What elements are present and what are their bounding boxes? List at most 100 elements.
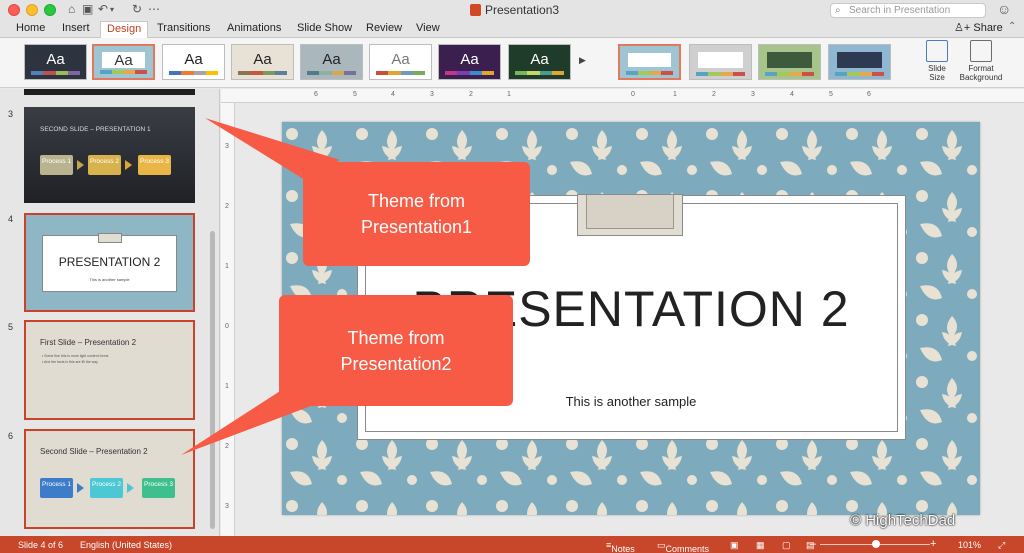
collapse-ribbon-icon[interactable]: ⌃ [1008,21,1016,32]
callout-theme-presentation1: Theme from Presentation1 [303,162,530,266]
thumb-bullet: • Some fine this is more light content f… [42,354,109,358]
theme-thumbnail-selected[interactable]: Aa [92,44,155,80]
thumb-subtitle: This is another sample [89,277,130,282]
slide-thumbnail-4-selected[interactable]: PRESENTATION 2 This is another sample [24,213,195,312]
theme-label: Aa [46,51,65,68]
theme-thumbnail[interactable]: Aa [300,44,363,80]
thumb-title: SECOND SLIDE – PRESENTATION 1 [40,126,151,133]
callout-theme-presentation2: Theme from Presentation2 [279,295,513,406]
home-icon[interactable]: ⌂ [68,2,75,16]
ruler-label: 2 [469,91,473,98]
variant-thumbnail[interactable] [758,44,821,80]
thumb-arrow-icon [127,483,134,493]
tab-transitions[interactable]: Transitions [151,21,216,35]
format-background-icon [970,40,992,62]
variant-thumbnail-selected[interactable] [618,44,681,80]
format-background-label: Format [968,64,994,73]
thumb-bullet: • And the facts in this are fill the way [42,360,98,364]
tab-review[interactable]: Review [360,21,408,35]
language-status[interactable]: English (United States) [80,540,172,550]
ribbon-tabs: Home Insert Design Transitions Animation… [0,20,1024,39]
zoom-in-icon[interactable]: + [930,538,936,550]
tab-home[interactable]: Home [10,21,51,35]
tab-design[interactable]: Design [100,21,149,39]
normal-view-icon[interactable]: ▣ [730,540,739,551]
variant-thumbnail[interactable] [689,44,752,80]
status-bar: Slide 4 of 6 English (United States) ≡ N… [0,536,1024,553]
theme-label: Aa [530,51,549,68]
maximize-window-button[interactable] [44,4,56,16]
ruler-label: 2 [225,203,229,210]
watermark: © HighTechDad [850,512,956,529]
format-background-button[interactable]: Format Background [957,40,1005,82]
slide-thumbnail-3[interactable]: SECOND SLIDE – PRESENTATION 1 Process 1 … [24,107,195,203]
tab-view[interactable]: View [410,21,446,35]
document-title: Presentation3 [470,3,559,17]
slide-thumbnails-pane[interactable]: 3 SECOND SLIDE – PRESENTATION 1 Process … [0,89,220,536]
feedback-smiley-icon[interactable]: ☺ [997,1,1011,17]
share-icon: ♙+ [954,22,971,34]
slide-size-label: Slide [928,64,946,73]
theme-label: Aa [322,51,341,68]
tab-insert[interactable]: Insert [56,21,96,35]
minimize-window-button[interactable] [26,4,38,16]
theme-label: Aa [184,51,203,68]
slide-position-status: Slide 4 of 6 [18,540,64,550]
sidebar-scrollbar[interactable] [210,231,215,529]
variant-thumbnail[interactable] [828,44,891,80]
thumb-process-box: Process 1 [40,478,73,498]
thumb-process-box: Process 3 [142,478,175,498]
tab-animations[interactable]: Animations [221,21,287,35]
format-background-label-2: Background [959,73,1003,82]
comments-button[interactable]: ▭ Comments [657,540,709,553]
theme-thumbnail[interactable]: Aa [369,44,432,80]
slide-thumbnail-2[interactable] [24,89,195,95]
theme-label: Aa [253,51,272,68]
powerpoint-icon [470,4,481,16]
search-input[interactable]: ⌕ Search in Presentation [830,3,986,18]
theme-thumbnail[interactable]: Aa [508,44,571,80]
title-card-tab [577,194,683,236]
zoom-out-icon[interactable]: – [810,538,816,550]
slide-size-icon [926,40,948,62]
slide-size-button[interactable]: Slide Size [923,40,951,82]
thumb-title: Second Slide – Presentation 2 [40,447,148,456]
more-themes-arrow-icon[interactable]: ▶ [579,55,586,66]
tab-slide-show[interactable]: Slide Show [291,21,358,35]
undo-icon[interactable]: ↶ [98,2,108,16]
ruler-label: 4 [391,91,395,98]
slide-sorter-icon[interactable]: ▦ [756,540,765,551]
close-window-button[interactable] [8,4,20,16]
slide-number: 3 [8,109,14,119]
slide-number: 4 [8,214,14,224]
zoom-level[interactable]: 101% [958,540,981,550]
slide-thumbnail-6[interactable]: Second Slide – Presentation 2 Process 1 … [24,429,195,529]
theme-thumbnail[interactable]: Aa [231,44,294,80]
slide-number: 5 [8,322,14,332]
thumb-arrow-icon [77,483,84,493]
thumb-process-box: Process 1 [40,155,73,175]
theme-thumbnail[interactable]: Aa [24,44,87,80]
document-title-text: Presentation3 [485,3,560,17]
thumb-arrow-icon [77,160,84,170]
zoom-slider-knob[interactable] [872,540,880,548]
thumb-arrow-icon [125,160,132,170]
theme-thumbnail[interactable]: Aa [438,44,501,80]
slide-thumbnail-5[interactable]: First Slide – Presentation 2 • Some fine… [24,320,195,420]
redo-icon[interactable]: ↻ [132,2,142,16]
save-icon[interactable]: ▣ [82,2,93,16]
share-button[interactable]: ♙+ Share [954,21,1003,34]
more-icon[interactable]: ⋯ [148,2,160,16]
callout-text: Theme from Presentation2 [340,328,452,374]
ruler-label: 6 [314,91,318,98]
notes-button[interactable]: ≡ Notes [606,540,635,553]
ruler-label: 1 [225,263,229,270]
fit-to-window-icon[interactable]: ⤢ [998,540,1005,551]
theme-thumbnail[interactable]: Aa [162,44,225,80]
callout-text: Theme from Presentation1 [360,191,473,237]
undo-dropdown-icon[interactable]: ▾ [110,5,114,14]
slide-size-label-2: Size [929,73,945,82]
reading-view-icon[interactable]: ▢ [782,540,791,551]
theme-label: Aa [460,51,479,68]
horizontal-ruler: 6 5 4 3 2 1 0 1 2 3 4 5 6 [221,89,1024,103]
